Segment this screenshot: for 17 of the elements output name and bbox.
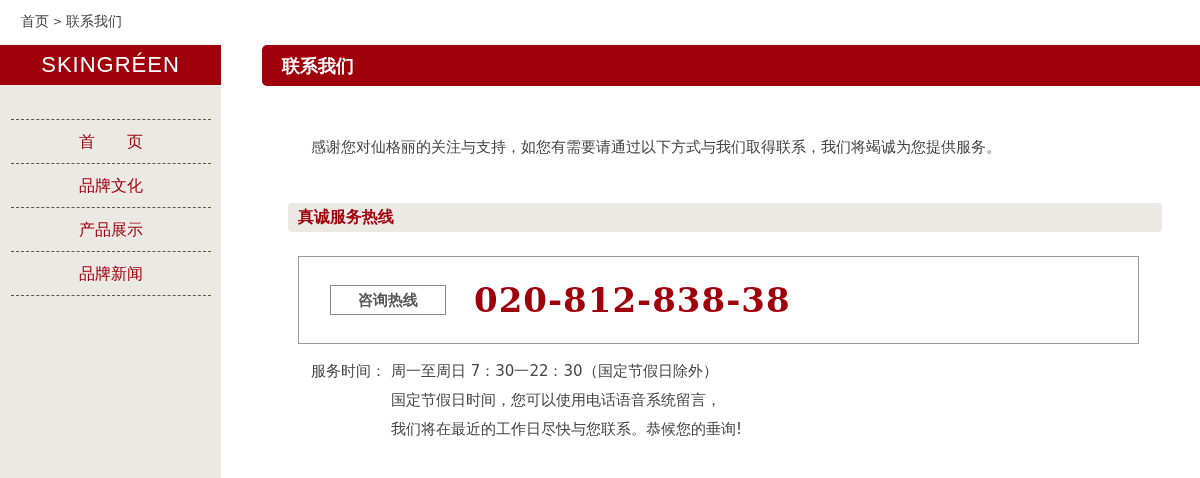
sidebar-item[interactable]: 品牌新闻: [11, 252, 211, 296]
sidebar-item[interactable]: 首 页: [11, 120, 211, 164]
hours-text: 国定节假日时间，您可以使用电话语音系统留言，: [391, 391, 722, 409]
breadcrumb-separator: >: [53, 15, 63, 28]
page-title: 联系我们: [262, 45, 1200, 86]
section-title: 真诚服务热线: [288, 203, 1162, 232]
current-page-text: 联系我们: [66, 12, 123, 31]
phone-number: 020-812-838-38: [474, 280, 791, 320]
hours-text: 周一至周日 7：30一22：30（国定节假日除外）: [391, 362, 719, 380]
sidebar-item[interactable]: 品牌文化: [11, 164, 211, 208]
hotline-label: 咨询热线: [330, 285, 446, 315]
breadcrumb-link[interactable]: 首页: [21, 12, 49, 31]
brand-logo: SKINGRÉEN: [0, 45, 221, 85]
hours-text: 我们将在最近的工作日尽快与您联系。恭候您的垂询!: [391, 420, 742, 438]
hours-label: 服务时间：: [311, 362, 387, 382]
sidebar-item[interactable]: 产品展示: [11, 208, 211, 252]
intro-text: 感谢您对仙格丽的关注与支持，如您有需要请通过以下方式与我们取得联系，我们将竭诚为您提供服务。: [311, 138, 1002, 157]
